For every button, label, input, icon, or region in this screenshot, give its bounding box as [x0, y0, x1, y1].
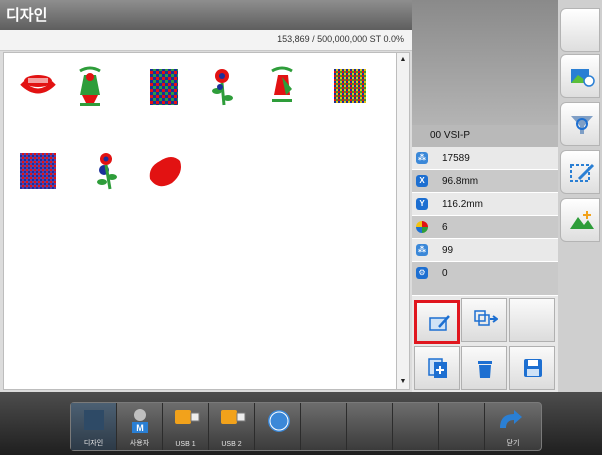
bottom-dock: 디자인 M 사용자 USB 1 USB 2 닫기 — [0, 392, 602, 455]
stitch-status-bar: 153,869 / 500,000,000 ST 0.0% — [0, 30, 412, 51]
dock-empty-slot-2 — [347, 403, 393, 450]
network-icon — [268, 410, 290, 432]
side-tool-filter[interactable] — [560, 102, 600, 146]
app-window: 디자인 153,869 / 500,000,000 ST 0.0% ▲ ▼ 00… — [0, 0, 602, 455]
height-value: 116.2mm — [442, 199, 483, 210]
stitch-count-icon: ⁂ — [416, 152, 428, 164]
save-icon — [524, 359, 542, 377]
width-value: 96.8mm — [442, 176, 479, 187]
settings-small-icon: ⚙ — [416, 267, 428, 279]
dock-usb2-label: USB 2 — [221, 441, 242, 448]
copy-icon — [428, 358, 447, 378]
dock-usb1-label: USB 1 — [175, 441, 196, 448]
info-row-speed: ⁂ 99 — [412, 239, 558, 262]
stitch-count-text: 153,869 / 500,000,000 ST 0.0% — [277, 34, 404, 44]
height-y-icon: Y — [416, 198, 428, 210]
design-grid — [3, 52, 397, 390]
dock-usb1-button[interactable]: USB 1 — [163, 403, 209, 450]
side-tool-edit[interactable] — [560, 150, 600, 194]
design-thumb-5[interactable] — [262, 65, 302, 111]
design-thumb-4[interactable] — [202, 65, 242, 111]
dock-design-button[interactable]: 디자인 — [71, 403, 117, 450]
page-title: 디자인 — [6, 7, 48, 24]
edit-design-icon — [429, 315, 450, 331]
side-tool-landscape[interactable] — [560, 198, 600, 242]
empty-action-slot — [509, 298, 555, 342]
scroll-down-arrow-icon[interactable]: ▼ — [397, 376, 409, 388]
dock-design-label: 디자인 — [83, 440, 104, 447]
design-preview-pane — [412, 0, 558, 125]
design-dock-icon — [84, 410, 104, 430]
scroll-up-arrow-icon[interactable]: ▲ — [397, 54, 409, 66]
design-thumb-8[interactable] — [88, 149, 128, 195]
transfer-design-button[interactable] — [461, 298, 507, 342]
design-thumb-2[interactable] — [70, 65, 110, 111]
design-thumb-9[interactable] — [144, 149, 184, 195]
dock-usb2-button[interactable]: USB 2 — [209, 403, 255, 450]
stitch-count-value: 17589 — [442, 153, 470, 164]
dock-empty-slot-3 — [393, 403, 439, 450]
design-4-preview — [212, 69, 233, 106]
design-name: 00 VSI-P — [430, 130, 471, 141]
return-arrow-icon — [500, 410, 522, 428]
design-9-preview — [149, 157, 181, 187]
info-row-stitches: ⁂ 17589 — [412, 147, 558, 170]
width-x-icon: X — [416, 175, 428, 187]
delete-design-button[interactable] — [461, 346, 507, 390]
dock-user-label: 사용자 — [129, 440, 150, 447]
dock-close-button[interactable]: 닫기 — [485, 403, 541, 450]
color-count-value: 6 — [442, 222, 448, 233]
info-row-width: X 96.8mm — [412, 170, 558, 193]
transfer-icon — [474, 310, 498, 326]
speed-value: 99 — [442, 245, 454, 256]
title-bar: 디자인 — [0, 0, 412, 30]
design-thumb-1[interactable] — [18, 65, 58, 111]
design-1-preview — [20, 75, 56, 94]
design-grid-scrollbar[interactable]: ▲ ▼ — [396, 52, 410, 390]
design-3-preview — [150, 69, 178, 105]
user-icon: M — [132, 409, 148, 433]
filter-search-icon — [571, 116, 593, 134]
design-thumb-6[interactable] — [330, 65, 370, 111]
design-2-preview — [79, 66, 101, 106]
dock-network-button[interactable] — [255, 403, 301, 450]
side-toolbar — [558, 0, 602, 392]
usb1-icon — [175, 410, 200, 424]
image-select-icon — [571, 69, 595, 87]
edit-design-button[interactable] — [414, 300, 460, 344]
dock-user-button[interactable]: M 사용자 — [117, 403, 163, 450]
info-row-extra: ⚙ 0 — [412, 262, 558, 296]
dock-bar: 디자인 M 사용자 USB 1 USB 2 닫기 — [70, 402, 542, 451]
save-design-button[interactable] — [509, 346, 555, 390]
dock-empty-slot-1 — [301, 403, 347, 450]
dock-close-label: 닫기 — [506, 440, 520, 447]
svg-text:M: M — [136, 423, 144, 433]
design-info-header: 00 VSI-P — [412, 125, 558, 147]
edit-pattern-icon — [570, 163, 595, 182]
color-count-icon — [416, 221, 428, 233]
dock-empty-slot-4 — [439, 403, 485, 450]
speed-icon: ⁂ — [416, 244, 428, 256]
info-row-colors: 6 — [412, 216, 558, 239]
design-thumb-3[interactable] — [144, 65, 184, 111]
usb2-icon — [221, 410, 246, 424]
side-tool-image[interactable] — [560, 54, 600, 98]
design-thumb-7[interactable] — [18, 149, 58, 195]
design-actions-panel — [412, 296, 558, 392]
design-7-preview — [20, 153, 56, 189]
info-row-height: Y 116.2mm — [412, 193, 558, 216]
extra-value: 0 — [442, 268, 448, 279]
side-tool-blank[interactable] — [560, 8, 600, 52]
copy-design-button[interactable] — [414, 346, 460, 390]
design-5-preview — [271, 66, 293, 102]
landscape-icon — [570, 211, 594, 229]
design-6-preview — [334, 69, 366, 103]
design-8-preview — [97, 153, 117, 190]
trash-icon — [478, 361, 492, 378]
